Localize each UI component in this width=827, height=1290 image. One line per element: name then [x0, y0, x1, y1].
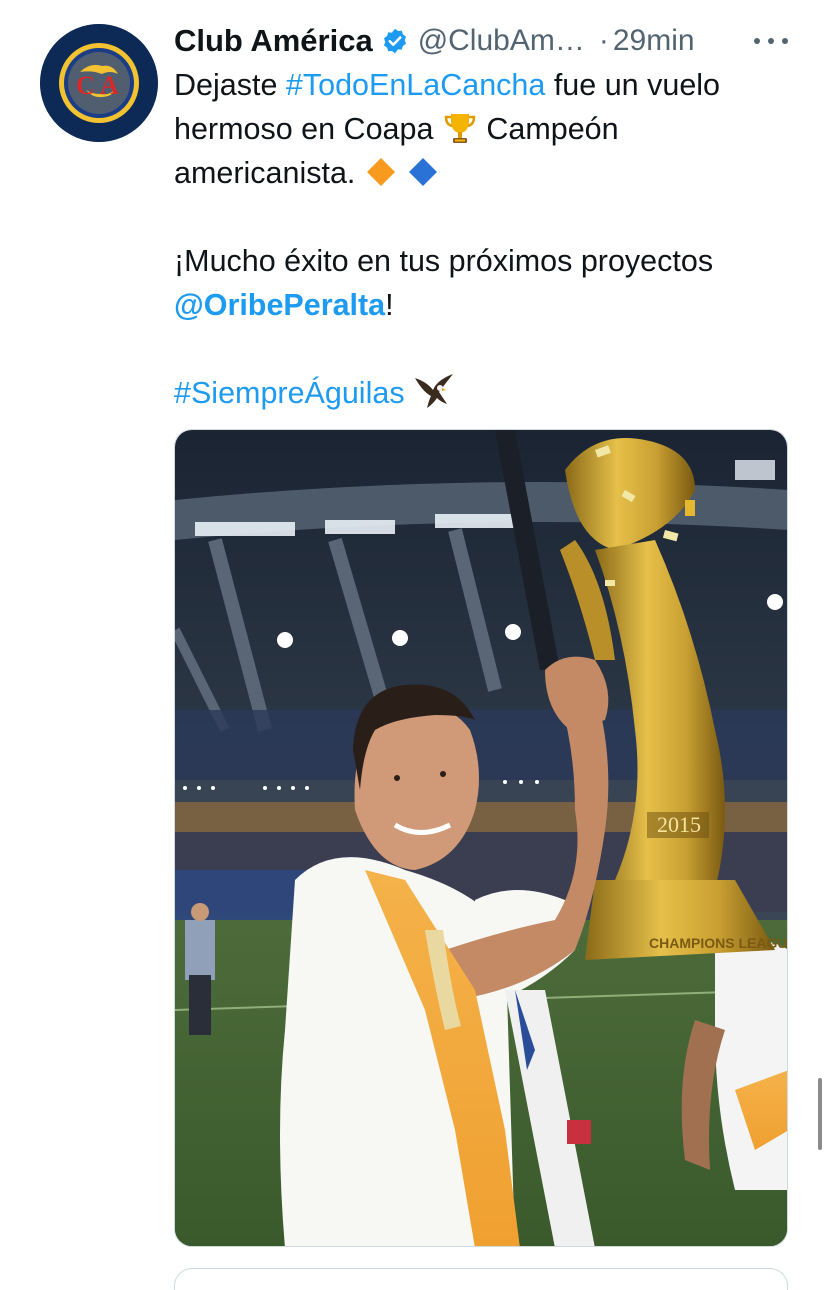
eagle-icon	[413, 372, 455, 412]
more-options-icon[interactable]	[754, 36, 788, 46]
tweet-timestamp[interactable]: 29min	[613, 24, 695, 58]
quoted-card[interactable]	[174, 1268, 788, 1290]
tweet[interactable]: C A Club América @ClubAm… · 29min Dejast…	[0, 0, 827, 1290]
scrollbar[interactable]	[818, 1078, 822, 1150]
author-avatar[interactable]: C A	[40, 24, 158, 142]
tweet-header: Club América @ClubAm… · 29min	[174, 20, 827, 62]
hashtag-link[interactable]: #TodoEnLaCancha	[286, 68, 545, 102]
tweet-photo[interactable]: 2015 CHAMPIONS LEAGUE	[174, 429, 788, 1247]
trophy-icon	[442, 110, 478, 146]
mention-link[interactable]: @OribePeralta	[174, 288, 385, 322]
tweet-text-segment: ¡Mucho éxito en tus próximos proyectos	[174, 244, 714, 278]
photo-player-with-trophy: 2015 CHAMPIONS LEAGUE	[175, 430, 788, 1246]
time-separator: ·	[598, 24, 609, 57]
tweet-text-segment: Dejaste	[174, 68, 286, 102]
tweet-text-segment: americanista.	[174, 156, 364, 190]
hashtag-link[interactable]: #SiempreÁguilas	[174, 376, 405, 410]
orange-diamond-icon	[364, 155, 398, 189]
svg-text:C: C	[76, 71, 95, 100]
svg-text:A: A	[100, 71, 119, 100]
tweet-text-segment: Campeón	[477, 112, 619, 146]
verified-badge-icon	[381, 27, 409, 55]
trophy-year: 2015	[657, 812, 701, 837]
trophy-text: CHAMPIONS LEAGUE	[649, 935, 788, 951]
tweet-text-segment: !	[385, 288, 394, 322]
blue-diamond-icon	[406, 155, 440, 189]
club-america-crest-icon: C A	[40, 24, 158, 142]
author-name[interactable]: Club América	[174, 23, 373, 59]
author-handle[interactable]: @ClubAm…	[418, 24, 585, 58]
tweet-text-segment: hermoso en Coapa	[174, 112, 442, 146]
tweet-text-segment: fue un vuelo	[545, 68, 721, 102]
tweet-text: Dejaste #TodoEnLaCancha fue un vuelo her…	[174, 63, 814, 415]
